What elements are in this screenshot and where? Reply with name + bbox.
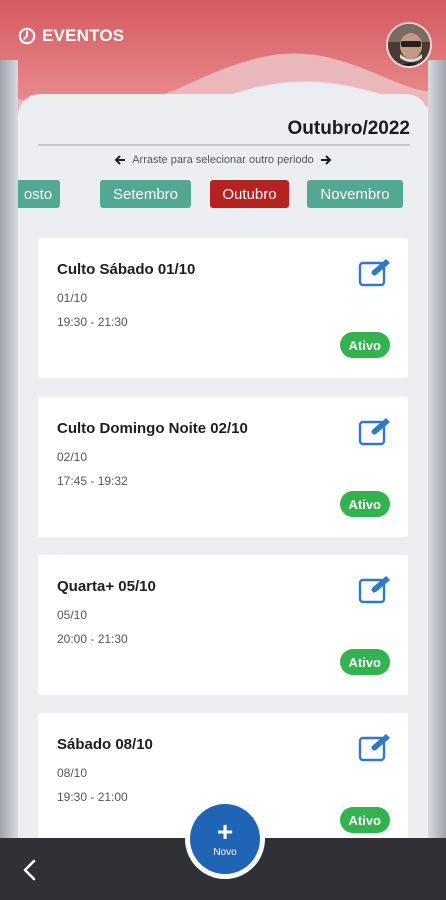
plus-icon: + [216, 816, 234, 847]
divider [38, 144, 410, 146]
event-time: 17:45 - 19:32 [57, 474, 128, 488]
arrow-right-icon [320, 155, 332, 165]
event-card[interactable]: Culto Sábado 01/10 01/10 19:30 - 21:30 A… [38, 238, 408, 378]
drag-hint: Arraste para selecionar outro periodo [18, 154, 428, 166]
new-event-label: Novo [213, 847, 237, 858]
event-date: 08/10 [57, 766, 88, 780]
event-date: 01/10 [57, 291, 88, 305]
avatar[interactable] [386, 22, 432, 68]
drag-hint-text: Arraste para selecionar outro periodo [132, 154, 314, 166]
month-chip-agosto[interactable]: osto [18, 180, 60, 208]
events-panel: Outubro/2022 Arraste para selecionar out… [18, 94, 428, 838]
month-chip-setembro[interactable]: Setembro [100, 180, 191, 208]
event-time: 19:30 - 21:30 [57, 315, 128, 329]
status-badge: Ativo [339, 807, 390, 833]
month-chip-novembro[interactable]: Novembro [307, 180, 403, 208]
right-edge-shade [428, 60, 446, 838]
new-event-button[interactable]: + Novo [190, 804, 260, 874]
event-date: 02/10 [57, 450, 88, 464]
period-title: Outubro/2022 [287, 118, 410, 139]
status-badge: Ativo [339, 491, 390, 517]
event-title: Quarta+ 05/10 [57, 578, 156, 595]
edit-icon[interactable] [358, 732, 392, 762]
event-title: Culto Sábado 01/10 [57, 261, 196, 278]
app-screen: EVENTOS Outubro/2022 Arraste para seleci… [0, 0, 446, 838]
page-title: EVENTOS [42, 26, 125, 45]
status-badge: Ativo [339, 332, 390, 358]
event-title: Culto Domingo Noite 02/10 [57, 420, 248, 437]
event-time: 19:30 - 21:00 [57, 790, 128, 804]
clock-icon [18, 27, 36, 45]
event-date: 05/10 [57, 608, 88, 622]
arrow-left-icon [114, 155, 126, 165]
month-chip-outubro[interactable]: Outubro [210, 180, 289, 208]
edit-icon[interactable] [358, 574, 392, 604]
back-arrow-icon[interactable] [20, 857, 40, 883]
month-selector[interactable]: osto Setembro Outubro Novembro [18, 180, 428, 208]
edit-icon[interactable] [358, 416, 392, 446]
left-edge-shade [0, 60, 18, 838]
event-title: Sábado 08/10 [57, 736, 153, 753]
event-card[interactable]: Culto Domingo Noite 02/10 02/10 17:45 - … [38, 397, 408, 537]
event-card[interactable]: Quarta+ 05/10 05/10 20:00 - 21:30 Ativo [38, 555, 408, 695]
status-badge: Ativo [339, 649, 390, 675]
edit-icon[interactable] [358, 257, 392, 287]
header: EVENTOS [18, 26, 124, 46]
event-time: 20:00 - 21:30 [57, 632, 128, 646]
